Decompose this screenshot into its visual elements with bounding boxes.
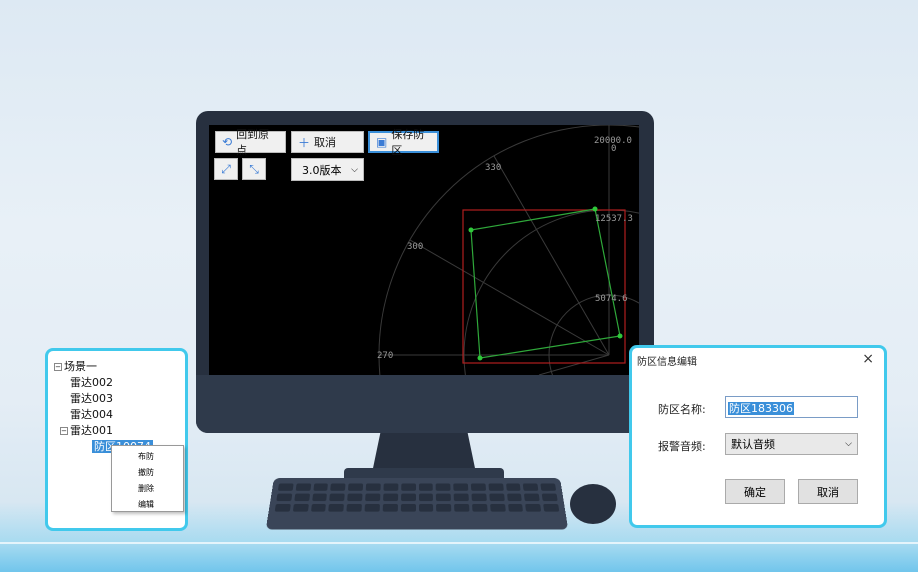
version-value: 3.0版本: [302, 163, 342, 177]
alarm-sound-select[interactable]: 默认音频 ⌵: [725, 433, 858, 455]
keyboard: [265, 478, 569, 530]
save-icon: ▣: [376, 135, 388, 149]
radar-view[interactable]: 330 300 270 20000.0 0 12537.3 5074.6: [209, 125, 639, 375]
zone-name-label: 防区名称:: [658, 403, 706, 416]
tree-item-label: 雷达003: [70, 392, 113, 405]
save-zone-label: 保存防区: [391, 128, 425, 157]
alarm-sound-label: 报警音频:: [658, 440, 706, 453]
collapse-icon[interactable]: −: [60, 427, 68, 435]
chevron-down-icon: ⌵: [845, 439, 852, 449]
reset-origin-button[interactable]: ⟲ 回到原点: [215, 128, 286, 157]
zone-name-value: 防区183306: [728, 402, 794, 415]
angle-label: 300: [407, 242, 423, 252]
tree-item[interactable]: 雷达004: [54, 407, 185, 423]
tree-item[interactable]: − 雷达001: [54, 423, 185, 439]
angle-label: 270: [377, 351, 393, 361]
reset-origin-label: 回到原点: [236, 128, 270, 157]
angle-label: 330: [485, 163, 501, 173]
tree-item-label: 雷达002: [70, 376, 113, 389]
version-select[interactable]: 3.0版本 ⌵: [291, 158, 364, 181]
background-line: [0, 542, 918, 544]
context-menu: 布防 撤防 删除 编辑: [111, 445, 184, 512]
zone-edit-dialog: 防区信息编辑 × 防区名称: 防区183306 报警音频: 默认音频 ⌵ 确定 …: [629, 345, 887, 528]
collapse-icon[interactable]: −: [54, 363, 62, 371]
expand-icon: ⤢: [221, 161, 231, 176]
dialog-cancel-button[interactable]: 取消: [798, 479, 858, 504]
ok-button[interactable]: 确定: [725, 479, 785, 504]
chevron-down-icon: ⌵: [351, 164, 358, 175]
cancel-label: 取消: [314, 136, 337, 149]
plus-icon: ＋: [298, 135, 311, 150]
mouse: [570, 484, 616, 524]
tree-item-label: 雷达004: [70, 408, 113, 421]
menu-item-arm[interactable]: 布防: [138, 449, 183, 465]
tree-item[interactable]: 雷达003: [54, 391, 185, 407]
save-zone-button[interactable]: ▣ 保存防区: [368, 128, 439, 157]
shrink-button[interactable]: ⤡: [242, 158, 266, 180]
dialog-title: 防区信息编辑: [637, 357, 697, 368]
undo-icon: ⟲: [222, 135, 233, 149]
tree-item[interactable]: 雷达002: [54, 375, 185, 391]
shrink-icon: ⤡: [249, 161, 259, 176]
expand-button[interactable]: ⤢: [214, 158, 238, 180]
monitor-stand: [372, 433, 476, 473]
range-label: 0: [611, 144, 616, 154]
menu-item-edit[interactable]: 编辑: [138, 497, 183, 513]
close-icon[interactable]: ×: [862, 351, 874, 367]
tree-item-label: 雷达001: [70, 424, 113, 437]
zone-name-input[interactable]: 防区183306: [725, 396, 858, 418]
alarm-sound-value: 默认音频: [731, 438, 775, 451]
tree-root[interactable]: − 场景一: [54, 359, 185, 375]
range-label: 5074.6: [595, 294, 628, 304]
range-label: 12537.3: [595, 214, 633, 224]
cancel-button[interactable]: ＋ 取消: [291, 131, 364, 153]
monitor-chin: [196, 375, 654, 433]
menu-item-delete[interactable]: 删除: [138, 481, 183, 497]
menu-item-disarm[interactable]: 撤防: [138, 465, 183, 481]
tree-root-label: 场景一: [64, 360, 97, 373]
